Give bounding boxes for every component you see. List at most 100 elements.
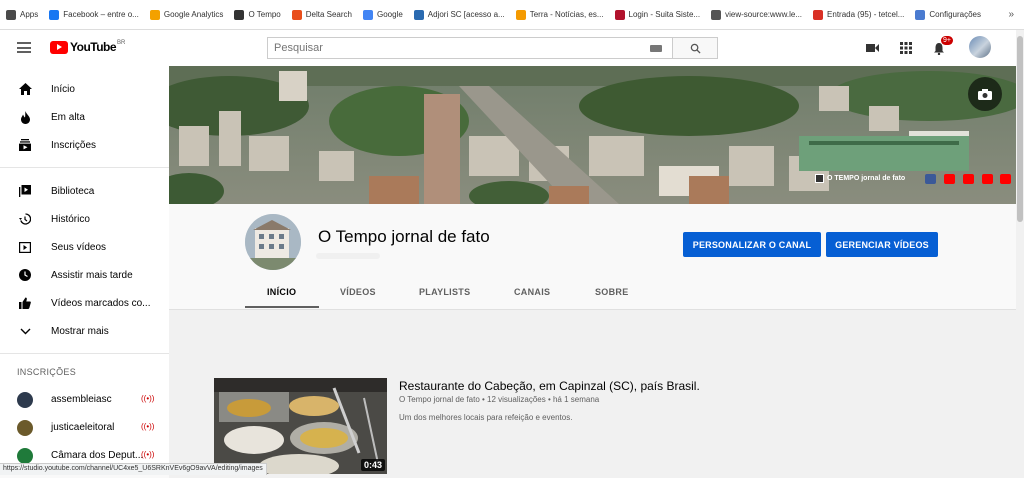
youtube-logo[interactable]: YouTube BR xyxy=(50,40,125,54)
youtube-link-icon[interactable] xyxy=(944,174,955,184)
bookmark-label: Delta Search xyxy=(305,10,352,19)
banner-channel-tag: O TEMPO jornal de fato xyxy=(815,174,905,183)
bookmark-item[interactable]: Configurações xyxy=(915,9,981,20)
tab-videos[interactable]: VÍDEOS xyxy=(340,287,376,297)
logo-country: BR xyxy=(117,40,126,46)
tab-playlists[interactable]: PLAYLISTS xyxy=(419,287,470,297)
sidebar-item-label: Em alta xyxy=(51,111,85,123)
channel-avatar[interactable] xyxy=(245,214,301,270)
subscriptions-section-title: INSCRIÇÕES xyxy=(17,367,77,377)
featured-video-meta: O Tempo jornal de fato • 12 visualizaçõe… xyxy=(399,395,600,404)
logo-text: YouTube xyxy=(70,40,117,54)
channel-avatar-image xyxy=(245,214,301,270)
youtube-link-icon[interactable] xyxy=(982,174,993,184)
home-icon xyxy=(18,82,32,96)
bookmark-item[interactable]: view-source:www.le... xyxy=(711,9,803,20)
bookmark-label: Configurações xyxy=(929,10,981,19)
subscription-label: justicaeleitoral xyxy=(51,422,115,433)
bookmark-label: Google xyxy=(377,10,403,19)
tab-about[interactable]: SOBRE xyxy=(595,287,629,297)
featured-video-title[interactable]: Restaurante do Cabeção, em Capinzal (SC)… xyxy=(399,379,700,393)
masthead: YouTube BR 9+ xyxy=(0,30,1016,66)
sidebar-item-history[interactable]: Histórico xyxy=(0,205,169,233)
library-icon xyxy=(18,184,32,198)
tab-home[interactable]: INÍCIO xyxy=(267,287,296,297)
facebook-link-icon[interactable] xyxy=(925,174,936,184)
bookmark-item[interactable]: Apps xyxy=(6,9,39,20)
bookmark-favicon-icon xyxy=(614,9,625,20)
sidebar-item-label: Histórico xyxy=(51,213,90,225)
bookmark-item[interactable]: Login - Suita Siste... xyxy=(614,9,700,20)
browser-status-url: https://studio.youtube.com/channel/UC4xe… xyxy=(0,463,267,475)
camera-icon xyxy=(978,88,992,100)
search-button[interactable] xyxy=(672,37,718,59)
bookmark-item[interactable]: Facebook – entre o... xyxy=(49,9,139,20)
active-tab-indicator xyxy=(245,306,319,308)
bookmarks-overflow-button[interactable]: » xyxy=(1008,9,1014,20)
chevron-down-icon xyxy=(18,324,32,338)
sidebar-item-your-videos[interactable]: Seus vídeos xyxy=(0,233,169,261)
subscription-label: Câmara dos Deput... xyxy=(51,450,144,461)
sidebar-item-show-more[interactable]: Mostrar mais xyxy=(0,317,169,345)
sidebar-item-watch-later[interactable]: Assistir mais tarde xyxy=(0,261,169,289)
channel-banner xyxy=(169,66,1016,204)
bookmark-favicon-icon xyxy=(149,9,160,20)
page-scrollbar[interactable] xyxy=(1016,30,1024,478)
sidebar-item-label: Assistir mais tarde xyxy=(51,269,133,281)
tab-channels[interactable]: CANAIS xyxy=(514,287,550,297)
sidebar-item-label: Inscrições xyxy=(51,139,97,151)
bookmark-label: view-source:www.le... xyxy=(725,10,803,19)
sidebar-item-label: Vídeos marcados co... xyxy=(51,297,151,309)
youtube-link-icon[interactable] xyxy=(1000,174,1011,184)
edit-banner-camera-button[interactable] xyxy=(968,77,1002,111)
bookmark-favicon-icon xyxy=(813,9,824,20)
bookmark-favicon-icon xyxy=(515,9,526,20)
subscriber-count-placeholder xyxy=(316,253,380,259)
subscription-avatar xyxy=(17,392,33,408)
bookmark-favicon-icon xyxy=(234,9,245,20)
keyboard-icon[interactable] xyxy=(650,45,662,52)
create-video-icon[interactable] xyxy=(865,41,879,55)
channel-title: O Tempo jornal de fato xyxy=(318,227,490,246)
manage-videos-button[interactable]: GERENCIAR VÍDEOS xyxy=(826,232,938,257)
bookmark-favicon-icon xyxy=(711,9,722,20)
bookmark-item[interactable]: Adjori SC [acesso a... xyxy=(413,9,505,20)
subscription-item[interactable]: assembleiasc ((•)) xyxy=(0,386,169,414)
clock-icon xyxy=(18,268,32,282)
banner-tag-text: O TEMPO jornal de fato xyxy=(827,175,906,182)
sidebar-item-label: Biblioteca xyxy=(51,185,95,197)
menu-icon[interactable] xyxy=(17,42,31,53)
bookmarks-bar: Apps Facebook – entre o... Google Analytic… xyxy=(0,0,1024,30)
bookmark-item[interactable]: Terra - Notícias, es... xyxy=(515,9,604,20)
sidebar-item-trending[interactable]: Em alta xyxy=(0,103,169,131)
sidebar-divider xyxy=(0,353,169,354)
bookmark-item[interactable]: O Tempo xyxy=(234,9,281,20)
notification-count-badge: 9+ xyxy=(941,36,953,45)
youtube-link-icon[interactable] xyxy=(963,174,974,184)
featured-video-description: Um dos melhores locais para refeição e e… xyxy=(399,413,573,422)
subscription-avatar xyxy=(17,448,33,464)
bookmark-item[interactable]: Entrada (95) - tetcel... xyxy=(813,9,904,20)
bookmark-label: Google Analytics xyxy=(163,10,224,19)
sidebar-item-liked-videos[interactable]: Vídeos marcados co... xyxy=(0,289,169,317)
sidebar-item-subscriptions[interactable]: Inscrições xyxy=(0,131,169,159)
search-input[interactable] xyxy=(268,38,638,58)
customize-channel-button[interactable]: PERSONALIZAR O CANAL xyxy=(683,232,821,257)
bookmark-favicon-icon xyxy=(291,9,302,20)
bookmark-favicon-icon xyxy=(413,9,424,20)
youtube-play-icon xyxy=(50,40,68,54)
bookmark-item[interactable]: Google Analytics xyxy=(149,9,224,20)
apps-grid-icon[interactable] xyxy=(899,41,913,55)
thumbs-up-icon xyxy=(18,296,32,310)
bookmark-item[interactable]: Delta Search xyxy=(291,9,352,20)
account-avatar[interactable] xyxy=(969,36,991,58)
bookmark-favicon-icon xyxy=(363,9,373,20)
bookmark-label: Apps xyxy=(20,10,39,19)
subscription-item[interactable]: justicaeleitoral ((•)) xyxy=(0,414,169,442)
fire-icon xyxy=(18,110,32,124)
sidebar-item-home[interactable]: Início xyxy=(0,75,169,103)
sidebar-item-library[interactable]: Biblioteca xyxy=(0,177,169,205)
bookmark-item[interactable]: Google xyxy=(363,9,403,20)
bookmark-label: O Tempo xyxy=(248,10,281,19)
scrollbar-thumb[interactable] xyxy=(1017,36,1023,222)
